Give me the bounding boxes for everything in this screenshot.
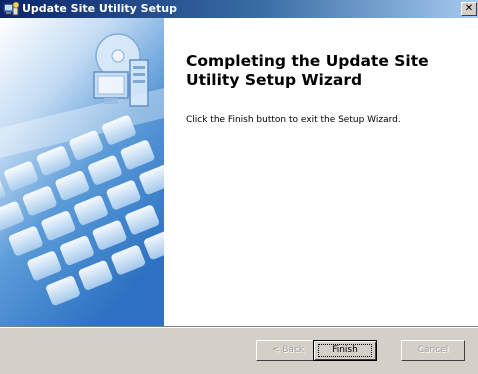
wizard-side-art [0, 18, 164, 326]
back-button-label: < Back [271, 345, 305, 355]
close-button[interactable]: ✕ [461, 2, 477, 16]
cancel-button[interactable]: Cancel [401, 340, 465, 361]
window-title: Update Site Utility Setup [22, 2, 177, 15]
setup-window: Update Site Utility Setup ✕ Completing t… [0, 0, 478, 374]
wizard-content-panel: Completing the Update Site Utility Setup… [164, 18, 478, 326]
completion-message: Click the Finish button to exit the Setu… [186, 115, 401, 125]
page-title: Completing the Update Site Utility Setup… [186, 52, 429, 89]
back-button[interactable]: < Back [256, 340, 320, 361]
finish-button[interactable]: Finish [313, 340, 377, 361]
setup-installer-icon [3, 1, 19, 16]
cancel-button-label: Cancel [417, 345, 449, 355]
footer-divider-highlight [0, 327, 478, 328]
finish-button-label: Finish [332, 345, 358, 355]
close-icon: ✕ [464, 3, 474, 14]
keyboard-artwork [0, 18, 164, 326]
title-bar[interactable]: Update Site Utility Setup ✕ [0, 0, 478, 18]
